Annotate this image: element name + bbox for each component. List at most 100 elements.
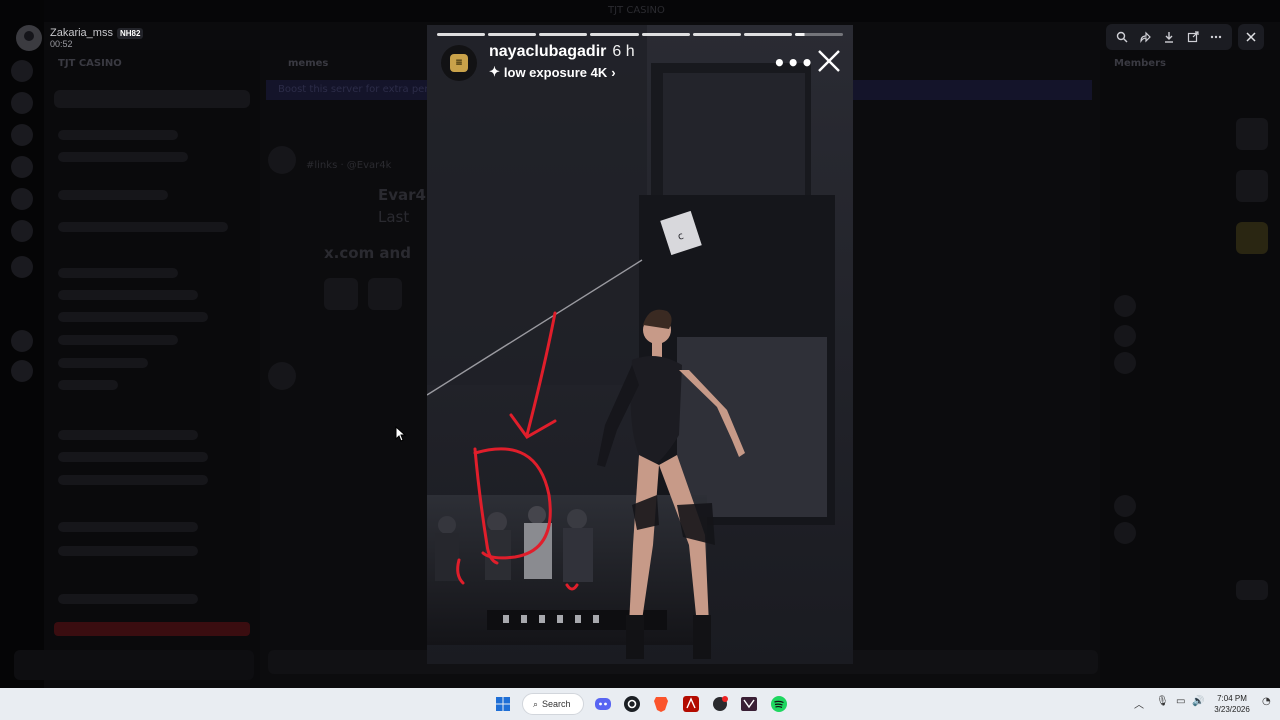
spotify-icon[interactable] xyxy=(768,693,790,715)
message-avatar[interactable] xyxy=(268,362,296,390)
channel-placeholder[interactable] xyxy=(58,268,178,278)
channel-placeholder[interactable] xyxy=(58,546,198,556)
channel-placeholder[interactable] xyxy=(58,222,228,232)
app-title: TJT CASINO xyxy=(608,5,665,16)
user-panel xyxy=(14,650,254,680)
reaction-button[interactable] xyxy=(324,278,358,310)
server-name[interactable]: TJT CASINO xyxy=(58,58,122,69)
server-icon[interactable] xyxy=(11,256,33,278)
story-avatar[interactable]: ≡ xyxy=(441,45,477,81)
member-thumb[interactable] xyxy=(1236,580,1268,600)
channel-placeholder[interactable] xyxy=(58,130,178,140)
member-list: Members xyxy=(1100,50,1280,688)
network-icon[interactable]: ▭ xyxy=(1176,696,1185,707)
stage-panel xyxy=(677,337,827,517)
app-titlebar: TJT CASINO xyxy=(0,0,1280,22)
channel-placeholder[interactable] xyxy=(58,290,198,300)
sparkle-icon: ✦ xyxy=(489,64,500,79)
channel-placeholder[interactable] xyxy=(58,475,208,485)
crowd-person xyxy=(563,528,593,582)
more-icon: ••• xyxy=(773,51,815,75)
member-thumb[interactable] xyxy=(1236,118,1268,150)
github-icon[interactable] xyxy=(621,693,643,715)
embed-link[interactable]: x.com and xyxy=(324,244,411,262)
channel-placeholder[interactable] xyxy=(58,358,148,368)
system-clock[interactable]: 7:04 PM 3/23/2026 xyxy=(1208,693,1256,715)
channel-placeholder[interactable] xyxy=(58,380,118,390)
microphone-icon[interactable]: 🎙 xyxy=(1156,696,1169,707)
member-avatar[interactable] xyxy=(1114,522,1136,544)
member-thumb[interactable] xyxy=(1236,222,1268,254)
uploader-name[interactable]: Zakaria_mss xyxy=(50,27,113,39)
chevron-up-icon[interactable]: ︿ xyxy=(1134,696,1144,711)
close-icon xyxy=(1246,32,1256,42)
message-avatar[interactable] xyxy=(268,146,296,174)
progress-segment xyxy=(743,33,792,36)
member-avatar[interactable] xyxy=(1114,295,1136,317)
server-icon[interactable] xyxy=(11,124,33,146)
channel-placeholder[interactable] xyxy=(58,152,188,162)
embed-heading: Evar4 xyxy=(378,186,426,204)
channel-placeholder[interactable] xyxy=(58,190,168,200)
story-close-button[interactable] xyxy=(815,47,843,75)
notification-icon[interactable]: ◔ xyxy=(1262,696,1271,707)
story-audio[interactable]: ✦ low exposure 4K › xyxy=(489,64,616,80)
mouse-cursor-icon xyxy=(395,426,407,442)
app-icon-2[interactable] xyxy=(738,693,760,715)
member-avatar[interactable] xyxy=(1114,352,1136,374)
server-icon[interactable] xyxy=(11,92,33,114)
progress-segment xyxy=(539,33,588,36)
add-server-icon[interactable] xyxy=(11,330,33,352)
more-icon[interactable] xyxy=(1207,28,1225,46)
notice-bar[interactable] xyxy=(54,622,250,636)
member-avatar[interactable] xyxy=(1114,495,1136,517)
forward-icon[interactable] xyxy=(1136,28,1154,46)
story-age: 6 h xyxy=(612,43,635,60)
member-thumb[interactable] xyxy=(1236,170,1268,202)
crowd-person xyxy=(438,516,456,534)
channel-list: TJT CASINO xyxy=(14,50,260,688)
member-avatar[interactable] xyxy=(1114,325,1136,347)
channel-placeholder[interactable] xyxy=(58,312,208,322)
brave-icon[interactable] xyxy=(650,693,672,715)
server-icon[interactable] xyxy=(11,188,33,210)
zoom-icon[interactable] xyxy=(1113,28,1131,46)
reaction-button[interactable] xyxy=(368,278,402,310)
taskbar: ⌕ Search ︿ 🎙 ▭ 🔊 7:04 PM 3/23/2026 ◔ xyxy=(0,688,1280,720)
story-media[interactable]: c ≡ nayaclubagadir 6 h ✦ low exposure 4K… xyxy=(427,25,853,664)
story-more-button[interactable]: ••• xyxy=(773,51,814,75)
windows-start-icon[interactable] xyxy=(492,693,514,715)
uploader-badge: NH82 xyxy=(116,27,144,39)
channel-placeholder[interactable] xyxy=(58,594,198,604)
close-viewer-button[interactable] xyxy=(1238,24,1264,50)
speaker-face xyxy=(663,73,805,195)
progress-segment xyxy=(590,33,639,36)
volume-icon[interactable]: 🔊 xyxy=(1192,696,1204,707)
acrobat-icon[interactable] xyxy=(680,693,702,715)
download-icon[interactable] xyxy=(1160,28,1178,46)
channel-placeholder[interactable] xyxy=(58,430,198,440)
server-icon[interactable] xyxy=(11,220,33,242)
app-icon[interactable] xyxy=(709,693,731,715)
progress-segment xyxy=(437,33,486,36)
uploader-info: Zakaria_mss NH82 00:52 xyxy=(16,24,144,52)
server-rail xyxy=(0,0,44,688)
server-boost-goal xyxy=(54,90,250,108)
uploader-avatar[interactable] xyxy=(16,25,42,51)
server-icon[interactable] xyxy=(11,60,33,82)
search-icon: ⌕ xyxy=(533,698,539,709)
taskbar-search[interactable]: ⌕ Search xyxy=(522,693,584,715)
progress-segment xyxy=(641,33,690,36)
chevron-right-icon: › xyxy=(611,64,616,80)
open-external-icon[interactable] xyxy=(1184,28,1202,46)
explore-icon[interactable] xyxy=(11,360,33,382)
audio-label: low exposure 4K xyxy=(503,64,608,80)
crowd-person xyxy=(435,533,459,581)
channel-placeholder[interactable] xyxy=(58,452,208,462)
member-search[interactable]: Members xyxy=(1114,58,1166,69)
story-username[interactable]: nayaclubagadir xyxy=(489,43,606,60)
channel-placeholder[interactable] xyxy=(58,335,178,345)
server-icon[interactable] xyxy=(11,156,33,178)
discord-icon[interactable] xyxy=(592,693,614,715)
channel-placeholder[interactable] xyxy=(58,522,198,532)
